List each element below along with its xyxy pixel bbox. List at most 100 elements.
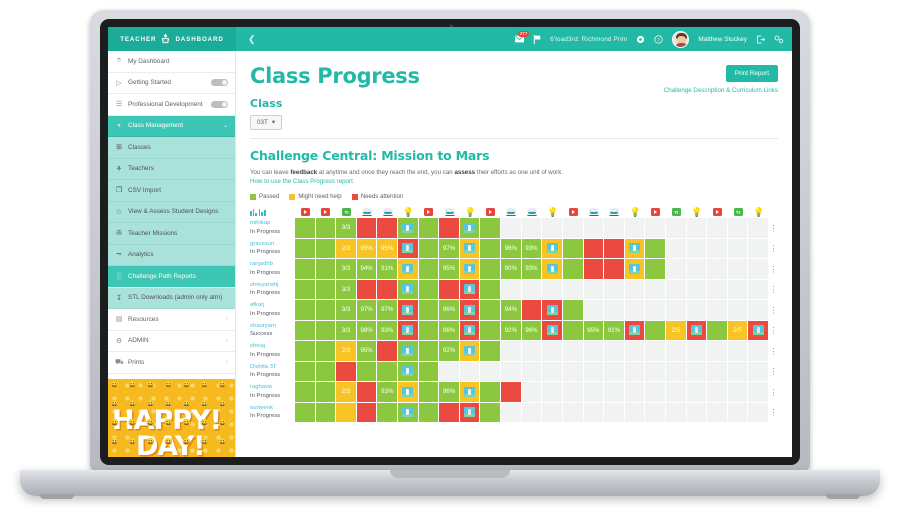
design-thumbnail-icon[interactable]	[464, 243, 476, 254]
progress-cell[interactable]: 96%	[439, 320, 460, 341]
settings-sliders-icon[interactable]	[774, 35, 784, 44]
progress-cell[interactable]	[459, 259, 481, 280]
progress-cell[interactable]	[398, 238, 419, 259]
user-name[interactable]: Matthew Stuckey	[698, 36, 747, 43]
progress-cell[interactable]	[459, 238, 481, 259]
toggle-switch[interactable]	[211, 79, 228, 87]
logout-icon[interactable]	[756, 35, 765, 44]
progress-cell[interactable]	[562, 238, 584, 259]
progress-cell[interactable]	[377, 218, 399, 239]
progress-cell[interactable]	[501, 382, 522, 403]
activity-header-cell[interactable]: ?!	[728, 206, 749, 218]
progress-cell[interactable]	[295, 402, 316, 423]
progress-cell[interactable]	[480, 218, 502, 239]
progress-cell[interactable]	[645, 238, 666, 259]
activity-header-cell[interactable]	[584, 206, 605, 218]
progress-cell[interactable]	[418, 341, 440, 362]
progress-cell[interactable]	[418, 382, 440, 403]
progress-cell[interactable]	[480, 238, 502, 259]
design-thumbnail-icon[interactable]	[546, 325, 558, 336]
design-thumbnail-icon[interactable]	[402, 407, 414, 418]
progress-cell[interactable]	[398, 382, 419, 403]
progress-cell[interactable]: 3/3	[336, 300, 357, 321]
activity-header-cell[interactable]: 💡	[748, 206, 769, 218]
student-name[interactable]: ourteenk	[250, 405, 295, 413]
progress-cell[interactable]: 97%	[356, 300, 378, 321]
avatar[interactable]	[672, 30, 690, 48]
activity-header-cell[interactable]	[501, 206, 522, 218]
progress-cell[interactable]	[542, 320, 563, 341]
progress-cell[interactable]: 3/3	[336, 279, 357, 300]
progress-cell[interactable]: 3/3	[336, 320, 357, 341]
sidebar-item-csv-import[interactable]: ❐ CSV Import	[108, 180, 235, 202]
design-thumbnail-icon[interactable]	[464, 407, 476, 418]
progress-cell[interactable]	[295, 300, 316, 321]
progress-cell[interactable]	[315, 238, 337, 259]
sidebar-item-professional-development[interactable]: ☰ Professional Development	[108, 94, 235, 116]
progress-cell[interactable]	[480, 341, 502, 362]
kebab-menu-icon[interactable]: ⋮	[769, 300, 778, 321]
activity-header-cell[interactable]	[604, 206, 625, 218]
progress-cell[interactable]: 95%	[439, 259, 460, 280]
progress-cell[interactable]	[521, 300, 543, 321]
toggle-switch[interactable]	[211, 100, 228, 108]
progress-cell[interactable]	[645, 320, 666, 341]
progress-cell[interactable]	[418, 259, 440, 280]
design-thumbnail-icon[interactable]	[629, 243, 641, 254]
kebab-menu-icon[interactable]: ⋮	[769, 239, 778, 260]
design-thumbnail-icon[interactable]	[402, 386, 414, 397]
progress-cell[interactable]	[562, 300, 584, 321]
gear-icon[interactable]	[636, 35, 645, 44]
progress-cell[interactable]	[356, 279, 378, 300]
sidebar-item-prints[interactable]: ⛟ Prints ‹	[108, 352, 235, 374]
progress-cell[interactable]: 91%	[377, 259, 399, 280]
sidebar-item-my-dashboard[interactable]: ⌾ My Dashboard	[108, 51, 235, 73]
progress-cell[interactable]	[624, 238, 646, 259]
progress-cell[interactable]	[315, 300, 337, 321]
progress-cell[interactable]	[418, 320, 440, 341]
progress-cell[interactable]	[295, 279, 316, 300]
progress-cell[interactable]	[604, 259, 625, 280]
kebab-menu-icon[interactable]: ⋮	[769, 403, 778, 424]
kebab-menu-icon[interactable]: ⋮	[769, 382, 778, 403]
progress-cell[interactable]	[624, 259, 646, 280]
design-thumbnail-icon[interactable]	[629, 263, 641, 274]
progress-cell[interactable]: 2/5	[665, 320, 687, 341]
progress-cell[interactable]: 93%	[377, 382, 399, 403]
sidebar-item-classes[interactable]: ⊞ Classes	[108, 137, 235, 159]
kebab-menu-icon[interactable]: ⋮	[769, 362, 778, 383]
promo-banner[interactable]: HAPPY! DAY! 😀 😀 😀 😀 😀 😀 😀 😀 😀 😀 😀 😀 😀 😀 😀 😀 😀 😀 😀 😀 😀 😀 😀 😀 😀 😀 😀 😀	[108, 379, 235, 457]
kebab-menu-icon[interactable]: ⋮	[769, 280, 778, 301]
sort-bars-icon[interactable]	[250, 206, 295, 218]
progress-cell[interactable]: 96%	[439, 300, 460, 321]
progress-cell[interactable]	[748, 320, 770, 341]
student-name[interactable]: shauryam	[250, 323, 295, 331]
design-thumbnail-icon[interactable]	[464, 263, 476, 274]
activity-header-cell[interactable]	[522, 206, 543, 218]
progress-cell[interactable]	[459, 402, 481, 423]
progress-cell[interactable]	[459, 382, 481, 403]
sidebar-item-resources[interactable]: ▤ Resources ‹	[108, 309, 235, 331]
mail-icon[interactable]: 377	[515, 31, 530, 43]
progress-cell[interactable]: 95%	[356, 341, 378, 362]
progress-cell[interactable]	[295, 238, 316, 259]
activity-header-cell[interactable]: ?!	[666, 206, 687, 218]
progress-cell[interactable]: 95%	[583, 320, 605, 341]
progress-cell[interactable]	[542, 300, 563, 321]
progress-cell[interactable]	[377, 361, 399, 382]
progress-cell[interactable]	[480, 300, 502, 321]
sidebar-item-class-management[interactable]: ⚬ Class Management ⌄	[108, 115, 235, 137]
progress-cell[interactable]	[439, 402, 460, 423]
progress-cell[interactable]	[418, 238, 440, 259]
student-name[interactable]: afkarj	[250, 302, 295, 310]
activity-header-cell[interactable]	[377, 206, 398, 218]
sidebar-item-stl-downloads-admin-only-atm[interactable]: ↧ STL Downloads (admin only atm)	[108, 287, 235, 309]
progress-cell[interactable]: 93%	[377, 320, 399, 341]
progress-cell[interactable]	[542, 238, 563, 259]
progress-cell[interactable]	[315, 259, 337, 280]
kebab-menu-icon[interactable]: ⋮	[769, 218, 778, 239]
student-name[interactable]: ranjodhb	[250, 261, 295, 269]
progress-cell[interactable]	[315, 218, 337, 239]
progress-cell[interactable]: 95%	[377, 238, 399, 259]
progress-cell[interactable]	[542, 259, 563, 280]
